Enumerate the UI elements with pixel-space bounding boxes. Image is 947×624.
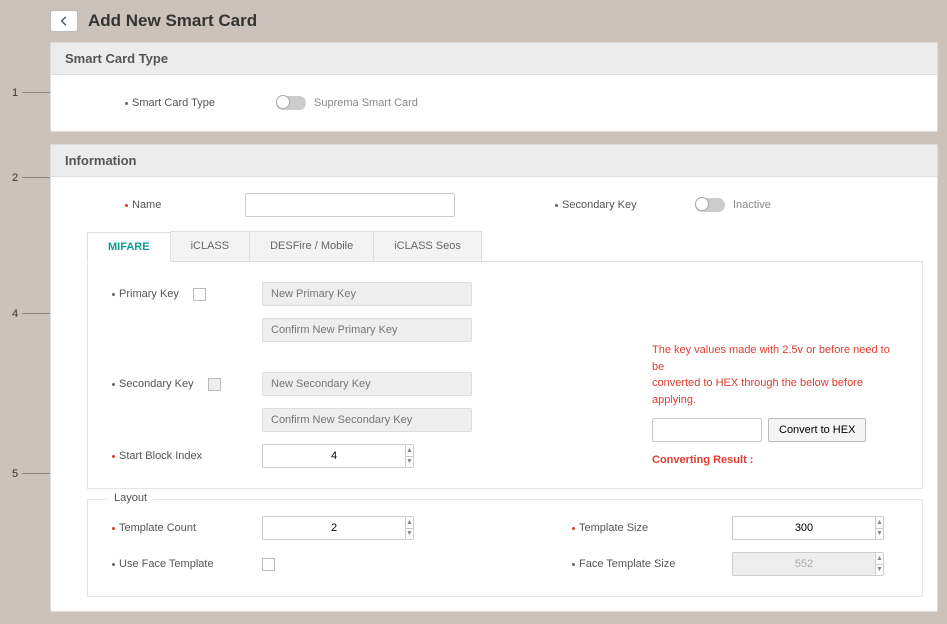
bullet-icon: [555, 204, 558, 207]
tab-iclass-seos[interactable]: iCLASS Seos: [373, 231, 482, 261]
stepper-down-icon[interactable]: ▼: [406, 529, 413, 540]
label-text: Face Template Size: [579, 558, 675, 570]
label-text: Template Size: [579, 522, 648, 534]
tab-iclass[interactable]: iCLASS: [170, 231, 251, 261]
arrow-left-icon: [57, 14, 71, 28]
bullet-icon: [112, 527, 115, 530]
bullet-icon: [572, 563, 575, 566]
panel-header: Information: [51, 145, 937, 177]
panel-information: Information Name: [50, 144, 938, 612]
callout-2: 2: [12, 172, 18, 184]
bullet-icon: [112, 455, 115, 458]
secondary-key-toggle[interactable]: [695, 198, 725, 212]
label-text: Secondary Key: [119, 378, 194, 390]
use-face-template-label: Use Face Template: [112, 558, 262, 570]
warn-text: converted to HEX through the below befor…: [652, 375, 898, 408]
stepper-up-icon: ▲: [876, 553, 883, 565]
callout-5: 5: [12, 468, 18, 480]
secondary-key-label2: Secondary Key: [112, 378, 262, 391]
label-text: Primary Key: [119, 288, 179, 300]
hex-warning: The key values made with 2.5v or before …: [652, 342, 898, 408]
smart-card-type-toggle[interactable]: [276, 96, 306, 110]
label-text: Secondary Key: [562, 199, 637, 211]
smart-card-type-label: Smart Card Type: [125, 97, 275, 109]
page-title: Add New Smart Card: [88, 11, 257, 31]
label-text: Name: [132, 199, 161, 211]
stepper-up-icon[interactable]: ▲: [876, 517, 883, 529]
confirm-primary-key-input[interactable]: [262, 318, 472, 342]
hex-input[interactable]: [652, 418, 762, 442]
stepper-up-icon[interactable]: ▲: [406, 445, 413, 457]
stepper-down-icon[interactable]: ▼: [876, 529, 883, 540]
secondary-key-checkbox[interactable]: [208, 378, 221, 391]
layout-title: Layout: [108, 492, 153, 504]
template-size-input[interactable]: [732, 516, 875, 540]
bullet-icon: [112, 293, 115, 296]
template-count-input[interactable]: [262, 516, 405, 540]
panel-smart-card-type: Smart Card Type Smart Card Type Suprema …: [50, 42, 938, 132]
converting-result-label: Converting Result :: [652, 452, 898, 469]
name-input[interactable]: [245, 193, 455, 217]
bullet-icon: [572, 527, 575, 530]
tab-desfire[interactable]: DESFire / Mobile: [249, 231, 374, 261]
template-size-label: Template Size: [572, 522, 732, 534]
primary-key-label: Primary Key: [112, 288, 262, 301]
face-template-size-input: [732, 552, 875, 576]
label-text: Start Block Index: [119, 450, 202, 462]
stepper-down-icon: ▼: [876, 565, 883, 576]
panel-header: Smart Card Type: [51, 43, 937, 75]
bullet-icon: [125, 102, 128, 105]
stepper-up-icon[interactable]: ▲: [406, 517, 413, 529]
label-text: Use Face Template: [119, 558, 214, 570]
face-template-size-label: Face Template Size: [572, 558, 732, 570]
start-block-label: Start Block Index: [112, 450, 262, 462]
start-block-input[interactable]: [262, 444, 405, 468]
toggle-value: Inactive: [733, 199, 771, 211]
back-button[interactable]: [50, 10, 78, 32]
callout-4: 4: [12, 308, 18, 320]
stepper-down-icon[interactable]: ▼: [406, 457, 413, 468]
primary-key-checkbox[interactable]: [193, 288, 206, 301]
warn-text: The key values made with 2.5v or before …: [652, 342, 898, 375]
bullet-icon: [125, 204, 128, 207]
template-count-label: Template Count: [112, 522, 262, 534]
callout-1: 1: [12, 87, 18, 99]
new-primary-key-input[interactable]: [262, 282, 472, 306]
convert-to-hex-button[interactable]: Convert to HEX: [768, 418, 866, 442]
toggle-value: Suprema Smart Card: [314, 97, 418, 109]
new-secondary-key-input[interactable]: [262, 372, 472, 396]
confirm-secondary-key-input[interactable]: [262, 408, 472, 432]
bullet-icon: [112, 563, 115, 566]
label-text: Template Count: [119, 522, 196, 534]
tab-mifare[interactable]: MIFARE: [87, 232, 171, 262]
use-face-template-checkbox[interactable]: [262, 558, 275, 571]
label-text: Smart Card Type: [132, 97, 215, 109]
secondary-key-label: Secondary Key: [555, 199, 695, 211]
bullet-icon: [112, 383, 115, 386]
name-label: Name: [125, 199, 245, 211]
